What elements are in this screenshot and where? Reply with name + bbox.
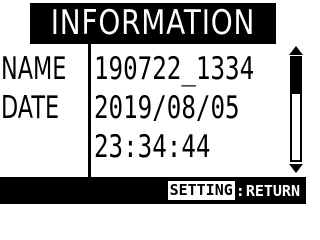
screen-title: INFORMATION xyxy=(30,3,276,44)
info-values: 190722_1334 2019/08/05 23:34:44 xyxy=(92,44,280,177)
info-panel: NAME DATE 190722_1334 2019/08/05 23:34:4… xyxy=(0,44,306,177)
device-screen: INFORMATION NAME DATE 190722_1334 2019/0… xyxy=(0,0,306,204)
date-label: DATE xyxy=(1,90,60,126)
scroll-down-icon[interactable] xyxy=(289,164,303,173)
time-value: 23:34:44 xyxy=(94,129,211,165)
date-value: 2019/08/05 xyxy=(94,90,240,126)
name-value: 190722_1334 xyxy=(94,51,255,87)
setting-key-label[interactable]: SETTING xyxy=(167,181,235,200)
name-label: NAME xyxy=(1,51,67,87)
scrollbar[interactable] xyxy=(288,46,304,174)
hint-separator: : xyxy=(235,181,245,200)
scroll-up-icon[interactable] xyxy=(289,46,303,55)
scroll-thumb[interactable] xyxy=(292,58,300,94)
return-action-label: RETURN xyxy=(245,181,300,200)
info-divider xyxy=(88,44,91,177)
footer-bar: SETTING : RETURN xyxy=(0,177,306,204)
return-hint[interactable]: SETTING : RETURN xyxy=(167,180,300,201)
info-labels: NAME DATE xyxy=(0,44,88,177)
